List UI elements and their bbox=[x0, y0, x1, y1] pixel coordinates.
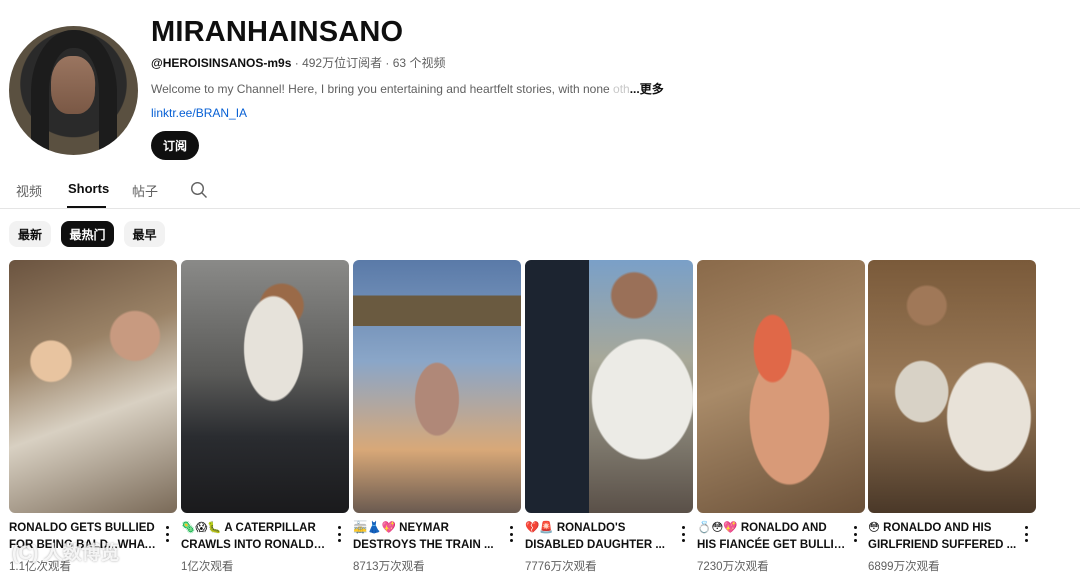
more-vert-icon[interactable] bbox=[333, 526, 345, 542]
channel-tabs: 视频 Shorts 帖子 bbox=[0, 174, 1080, 209]
description-fade: oth bbox=[609, 82, 630, 96]
channel-name: MIRANHAINSANO bbox=[151, 16, 404, 48]
short-title[interactable]: 💍😳💖 RONALDO AND HIS FIANCÉE GET BULLIE..… bbox=[697, 520, 847, 554]
search-icon[interactable] bbox=[190, 181, 208, 199]
description-text: Welcome to my Channel! Here, I bring you… bbox=[151, 82, 610, 96]
short-title-line: DISABLED DAUGHTER ... bbox=[525, 539, 665, 551]
more-vert-icon[interactable] bbox=[1020, 526, 1032, 542]
short-title[interactable]: 😳 RONALDO AND HIS GIRLFRIEND SUFFERED ..… bbox=[868, 520, 1018, 554]
channel-description[interactable]: Welcome to my Channel! Here, I bring you… bbox=[151, 80, 664, 97]
tab-videos[interactable]: 视频 bbox=[16, 181, 42, 200]
more-vert-icon[interactable] bbox=[849, 526, 861, 542]
short-title-line: 💔🚨 RONALDO'S bbox=[525, 522, 626, 534]
more-vert-icon[interactable] bbox=[161, 526, 173, 542]
short-views: 7230万次观看 bbox=[697, 561, 769, 572]
short-title-line: 🚋👗💖 NEYMAR bbox=[353, 522, 449, 534]
active-tab-indicator bbox=[67, 206, 106, 208]
short-title-line: HIS FIANCÉE GET BULLIE... bbox=[697, 539, 847, 551]
short-thumbnail[interactable] bbox=[181, 260, 349, 513]
channel-handle[interactable]: @HEROISINSANOS-m9s bbox=[151, 56, 291, 70]
more-vert-icon[interactable] bbox=[505, 526, 517, 542]
short-views: 8713万次观看 bbox=[353, 561, 425, 572]
tab-posts[interactable]: 帖子 bbox=[132, 181, 158, 200]
channel-meta: @HEROISINSANOS-m9s · 492万位订阅者 · 63 个视频 bbox=[151, 54, 445, 71]
short-thumbnail[interactable] bbox=[9, 260, 177, 513]
short-title[interactable]: 🦠😱🐛 A CATERPILLAR CRAWLS INTO RONALDO'..… bbox=[181, 520, 331, 554]
avatar-hood bbox=[31, 30, 117, 155]
short-thumbnail[interactable] bbox=[868, 260, 1036, 513]
more-vert-icon[interactable] bbox=[677, 526, 689, 542]
short-title-line: 😳 RONALDO AND HIS bbox=[868, 522, 992, 534]
short-title-line: RONALDO GETS BULLIED bbox=[9, 522, 155, 534]
short-title-line: 🦠😱🐛 A CATERPILLAR bbox=[181, 522, 316, 534]
short-views: 7776万次观看 bbox=[525, 561, 597, 572]
subscribe-button[interactable]: 订阅 bbox=[151, 131, 199, 160]
channel-stats: · 492万位订阅者 · 63 个视频 bbox=[291, 56, 446, 70]
short-views: 6899万次观看 bbox=[868, 561, 940, 572]
short-title[interactable]: 💔🚨 RONALDO'S DISABLED DAUGHTER ... bbox=[525, 520, 675, 554]
chip-popular[interactable]: 最热门 bbox=[61, 221, 114, 247]
short-title-line: CRAWLS INTO RONALDO'... bbox=[181, 539, 331, 551]
chip-latest[interactable]: 最新 bbox=[9, 221, 51, 247]
tab-shorts[interactable]: Shorts bbox=[68, 181, 109, 196]
short-title-line: DESTROYS THE TRAIN ... bbox=[353, 539, 494, 551]
short-title-line: 💍😳💖 RONALDO AND bbox=[697, 522, 827, 534]
short-title[interactable]: 🚋👗💖 NEYMAR DESTROYS THE TRAIN ... bbox=[353, 520, 503, 554]
more-link[interactable]: ...更多 bbox=[630, 82, 664, 96]
short-thumbnail[interactable] bbox=[697, 260, 865, 513]
channel-link[interactable]: linktr.ee/BRAN_IA bbox=[151, 106, 247, 120]
short-views: 1亿次观看 bbox=[181, 561, 234, 572]
chip-oldest[interactable]: 最早 bbox=[124, 221, 165, 247]
short-thumbnail[interactable] bbox=[353, 260, 521, 513]
channel-avatar[interactable] bbox=[9, 26, 138, 155]
short-title-line: GIRLFRIEND SUFFERED ... bbox=[868, 539, 1017, 551]
short-thumbnail[interactable] bbox=[525, 260, 693, 513]
watermark: (C) 人数博览 bbox=[12, 543, 120, 564]
